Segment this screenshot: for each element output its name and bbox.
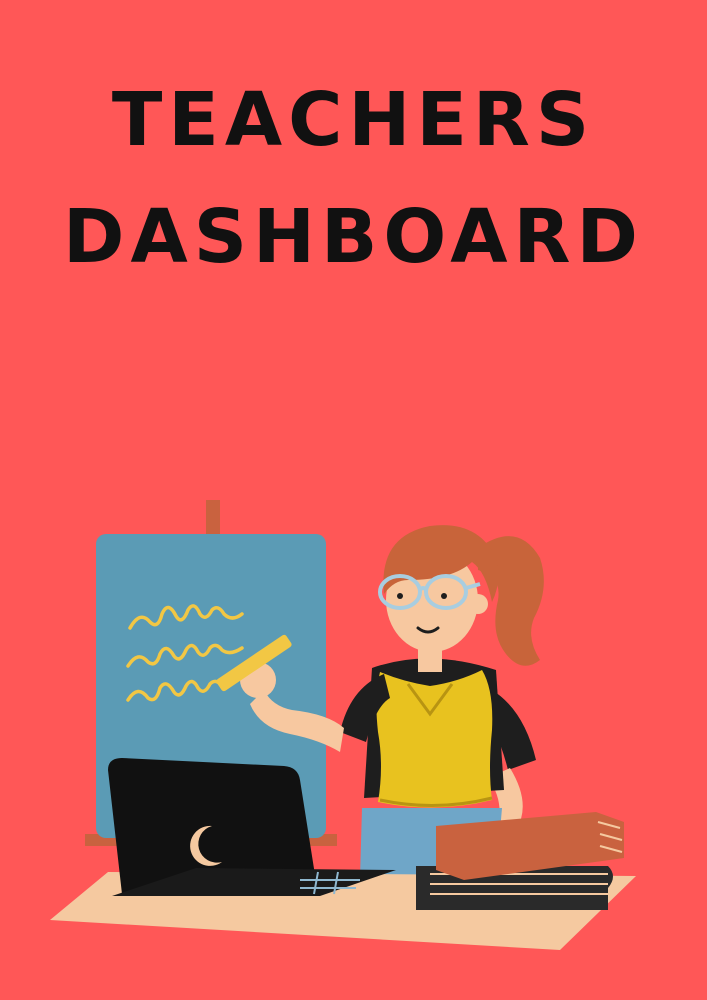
teacher-at-chalkboard-illustration xyxy=(50,500,636,950)
laptop xyxy=(108,758,396,896)
teacher-eye-right xyxy=(441,593,447,599)
teacher-vest xyxy=(376,670,493,808)
book-stack xyxy=(416,812,624,910)
teacher-eye-left xyxy=(397,593,403,599)
teacher-ear xyxy=(468,594,488,614)
